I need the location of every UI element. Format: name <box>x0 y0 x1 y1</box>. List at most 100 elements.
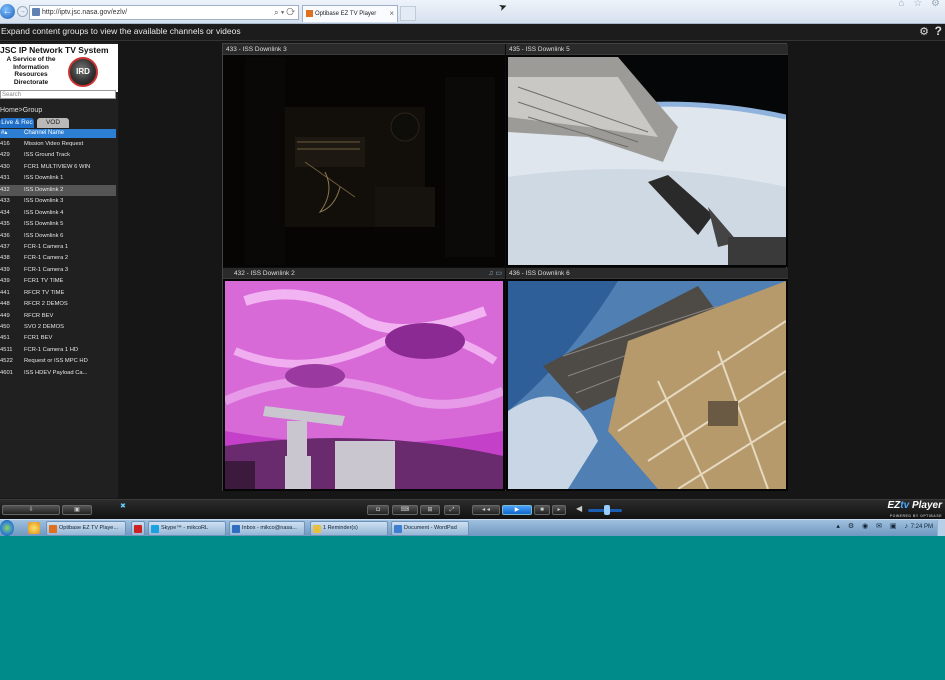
previous-button[interactable]: ◂ ◂ <box>472 505 500 515</box>
ez-tv-player-logo: EZtv Player POWERED BY OPTIBASE <box>888 501 943 521</box>
pinned-app-icon[interactable] <box>28 522 40 534</box>
channel-row[interactable]: 449 RFCR BEV <box>0 311 116 322</box>
channel-row[interactable]: 434 ISS Downlink 4 <box>0 208 116 219</box>
channel-row[interactable]: 4522 Request or ISS MPC HD <box>0 356 116 367</box>
channel-row[interactable]: 450 SVO 2 DEMOS <box>0 322 116 333</box>
new-tab-button[interactable] <box>400 6 416 21</box>
save-button[interactable]: ▣ <box>62 505 92 515</box>
channel-list-header[interactable]: #▴ Channel Name <box>0 129 116 138</box>
system-tray-icons[interactable]: ▴ ⚙ ◉ ✉ ▣ ♪ <box>836 522 911 530</box>
channel-row[interactable]: 431 ISS Downlink 1 <box>0 173 116 184</box>
download-button[interactable]: ⇩ <box>2 505 60 515</box>
channel-number: 451 <box>0 335 10 342</box>
address-tools[interactable]: ⌕ ▾ ⟳ <box>274 6 295 19</box>
taskbar-item-label: Document - WordPad <box>404 525 457 531</box>
video-tile[interactable]: 432 - ISS Downlink 2 ♫ ▭ <box>223 268 505 491</box>
channel-row[interactable]: 416 Mission Video Request <box>0 139 116 150</box>
channel-row[interactable]: 433 ISS Downlink 3 <box>0 196 116 207</box>
channel-name: ISS Downlink 4 <box>24 209 64 216</box>
channel-number: 430 <box>0 163 10 170</box>
clock[interactable]: 7:24 PM <box>911 524 933 530</box>
close-panel-icon[interactable]: ✖ <box>120 503 126 513</box>
channel-row[interactable]: 439 FCR-1 Camera 3 <box>0 265 116 276</box>
taskbar-item[interactable] <box>131 521 145 536</box>
channel-number: 438 <box>0 255 10 262</box>
taskbar-item[interactable]: 1 Reminder(s) <box>310 521 388 536</box>
forward-button[interactable]: → <box>17 6 28 17</box>
browser-tab[interactable]: Optibase EZ TV Player × <box>302 5 398 22</box>
column-name-header[interactable]: Channel Name <box>24 129 64 138</box>
channel-number: 441 <box>0 289 10 296</box>
taskbar-item[interactable]: Skype™ - mikcoRL <box>148 521 226 536</box>
stop-button[interactable]: ■ <box>534 505 550 515</box>
video-grid: 433 - ISS Downlink 3 435 - ISS Downlink … <box>222 43 788 491</box>
channel-name: FCR-1 Camera 3 <box>24 266 69 273</box>
video-feed-dark-module[interactable] <box>225 57 503 265</box>
play-button[interactable]: ▶ <box>502 505 532 515</box>
channel-row[interactable]: 448 RFCR 2 DEMOS <box>0 299 116 310</box>
channel-name: FCR-1 Camera 2 <box>24 255 69 262</box>
next-button[interactable]: ▸ <box>552 505 566 515</box>
layout-button[interactable]: ⊞ <box>420 505 440 515</box>
taskbar-item-label: Skype™ - mikcoRL <box>161 525 209 531</box>
browser-toolbar-icons[interactable]: ⌂ ☆ ⚙ <box>898 0 943 9</box>
tab-favicon-icon <box>306 10 313 17</box>
channel-row[interactable]: 437 FCR-1 Camera 1 <box>0 242 116 253</box>
wordpad-icon <box>394 525 402 533</box>
ird-logo-icon: IRD <box>68 57 98 87</box>
site-favicon-icon <box>32 8 40 16</box>
channel-sidebar: JSC IP Network TV System A Service of th… <box>0 42 118 498</box>
tab-vod[interactable]: VOD <box>37 118 69 128</box>
taskbar-item[interactable]: Document - WordPad <box>391 521 469 536</box>
channel-number: 4511 <box>0 346 13 353</box>
channel-name: RFCR BEV <box>24 312 54 319</box>
channel-row[interactable]: 4601 ISS HDEV Payload Ca... <box>0 368 116 379</box>
volume-icon[interactable]: ◀ <box>576 504 582 513</box>
channel-row[interactable]: 436 ISS Downlink 6 <box>0 231 116 242</box>
breadcrumb[interactable]: Home>Group <box>0 107 42 114</box>
help-icon[interactable]: ? <box>935 24 942 38</box>
video-tile[interactable]: 433 - ISS Downlink 3 <box>223 44 505 267</box>
jsc-logo-panel: JSC IP Network TV System A Service of th… <box>0 44 118 92</box>
video-feed-purple-earth[interactable] <box>225 281 503 489</box>
brand-player: Player <box>909 500 942 511</box>
channel-row[interactable]: 4511 FCR-1 Camera 1 HD <box>0 345 116 356</box>
fullscreen-button[interactable]: ⤢ <box>444 505 460 515</box>
taskbar-item[interactable]: Optibase EZ TV Playe... <box>46 521 126 536</box>
channel-name: ISS HDEV Payload Ca... <box>24 369 88 376</box>
logo-line: Resources <box>14 71 48 78</box>
channel-row[interactable]: 441 RFCR TV TIME <box>0 288 116 299</box>
channel-row[interactable]: 430 FCR1 MULTIVIEW 6 WIN <box>0 162 116 173</box>
show-desktop-button[interactable] <box>937 520 945 536</box>
channel-row[interactable]: 432 ISS Downlink 2 <box>0 184 116 197</box>
channel-name: Request or ISS MPC HD <box>24 358 88 365</box>
video-feed-solar-truss[interactable] <box>508 281 786 489</box>
channel-row[interactable]: 438 FCR-1 Camera 2 <box>0 253 116 264</box>
channel-number: 449 <box>0 312 10 319</box>
channel-row[interactable]: 435 ISS Downlink 5 <box>0 219 116 230</box>
column-number-header[interactable]: #▴ <box>1 129 7 138</box>
tab-live-rec[interactable]: Live & Rec <box>0 118 34 128</box>
video-feed-iss-earth[interactable] <box>508 57 786 265</box>
channel-row[interactable]: 439 FCR1 TV TIME <box>0 276 116 287</box>
audio-window-icons[interactable]: ♫ ▭ <box>488 269 502 278</box>
tab-close-icon[interactable]: × <box>389 6 394 22</box>
app-header: Expand content groups to view the availa… <box>0 24 945 41</box>
instruction-text: Expand content groups to view the availa… <box>1 26 241 36</box>
channel-row[interactable]: 451 FCR1 BEV <box>0 333 116 344</box>
settings-gear-icon[interactable]: ⚙ <box>919 25 929 38</box>
channel-name: ISS Downlink 2 <box>24 186 64 193</box>
start-button[interactable] <box>0 520 14 536</box>
keyboard-button[interactable]: ⌨ <box>392 505 418 515</box>
channel-name: ISS Downlink 5 <box>24 221 64 228</box>
video-tile[interactable]: 436 - ISS Downlink 6 <box>506 268 788 491</box>
snapshot-button[interactable]: ◘ <box>367 505 389 515</box>
address-bar[interactable]: http://iptv.jsc.nasa.gov/ezlv/ ⌕ ▾ ⟳ <box>29 5 299 20</box>
volume-slider-handle[interactable] <box>603 505 610 515</box>
back-button[interactable]: ← <box>0 4 15 19</box>
app-icon <box>134 525 142 533</box>
taskbar-item[interactable]: Inbox - mikco@nasa... <box>229 521 305 536</box>
video-tile[interactable]: 435 - ISS Downlink 5 <box>506 44 788 267</box>
channel-row[interactable]: 429 ISS Ground Track <box>0 150 116 161</box>
channel-search-input[interactable]: Search <box>0 90 116 99</box>
